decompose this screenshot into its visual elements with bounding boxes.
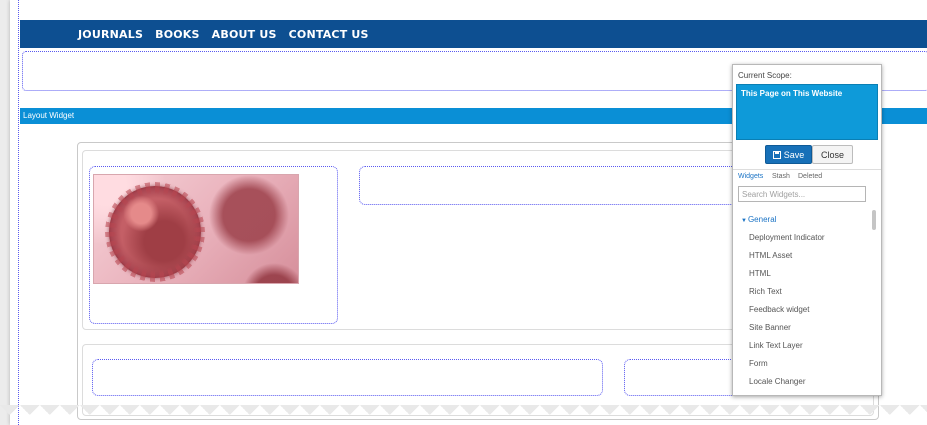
widget-panel: Current Scope: This Page on This Website… bbox=[732, 64, 882, 396]
widget-item-deployment-indicator[interactable]: Deployment Indicator bbox=[749, 233, 869, 251]
search-widgets-input[interactable] bbox=[738, 186, 866, 202]
cell-microscopy-image bbox=[93, 174, 299, 284]
widget-item-html[interactable]: HTML bbox=[749, 269, 869, 287]
virus-cell-graphic bbox=[109, 186, 201, 278]
widget-item-locale-changer[interactable]: Locale Changer bbox=[749, 377, 869, 395]
widget-list: Deployment Indicator HTML Asset HTML Ric… bbox=[749, 233, 869, 395]
tab-stash[interactable]: Stash bbox=[772, 173, 790, 180]
widget-item-link-text-layer[interactable]: Link Text Layer bbox=[749, 341, 869, 359]
nav-menu: JOURNALS BOOKS ABOUT US CONTACT US bbox=[78, 28, 369, 41]
save-button[interactable]: Save bbox=[765, 145, 812, 164]
page-left-guide bbox=[18, 0, 20, 425]
row2-right-widget-zone[interactable] bbox=[624, 359, 746, 396]
panel-tabs: Widgets Stash Deleted bbox=[733, 169, 881, 184]
content-widget-zone[interactable] bbox=[359, 166, 741, 205]
widget-item-html-asset[interactable]: HTML Asset bbox=[749, 251, 869, 269]
top-navigation-bar: JOURNALS BOOKS ABOUT US CONTACT US bbox=[20, 20, 927, 48]
save-icon bbox=[772, 150, 781, 159]
scope-value: This Page on This Website bbox=[741, 89, 843, 98]
scope-selector[interactable]: This Page on This Website bbox=[736, 84, 878, 140]
widget-item-site-banner[interactable]: Site Banner bbox=[749, 323, 869, 341]
tab-deleted[interactable]: Deleted bbox=[798, 173, 822, 180]
row2-left-widget-zone[interactable] bbox=[92, 359, 603, 396]
layout-widget-label: Layout Widget bbox=[23, 111, 75, 120]
nav-item-about-us[interactable]: ABOUT US bbox=[212, 28, 277, 41]
general-group-toggle[interactable]: ▼General bbox=[741, 215, 776, 224]
nav-item-books[interactable]: BOOKS bbox=[155, 28, 200, 41]
caret-down-icon: ▼ bbox=[741, 218, 747, 224]
nav-item-journals[interactable]: JOURNALS bbox=[78, 28, 143, 41]
widget-item-rich-text[interactable]: Rich Text bbox=[749, 287, 869, 305]
save-button-label: Save bbox=[783, 149, 805, 160]
widget-item-feedback[interactable]: Feedback widget bbox=[749, 305, 869, 323]
tab-widgets[interactable]: Widgets bbox=[738, 173, 763, 180]
scope-label: Current Scope: bbox=[738, 71, 792, 80]
torn-edge-decoration bbox=[0, 405, 927, 425]
panel-scrollbar[interactable] bbox=[872, 210, 876, 230]
general-group-label: General bbox=[747, 215, 777, 224]
widget-item-form[interactable]: Form bbox=[749, 359, 869, 377]
nav-item-contact-us[interactable]: CONTACT US bbox=[289, 28, 369, 41]
close-button[interactable]: Close bbox=[812, 145, 853, 164]
